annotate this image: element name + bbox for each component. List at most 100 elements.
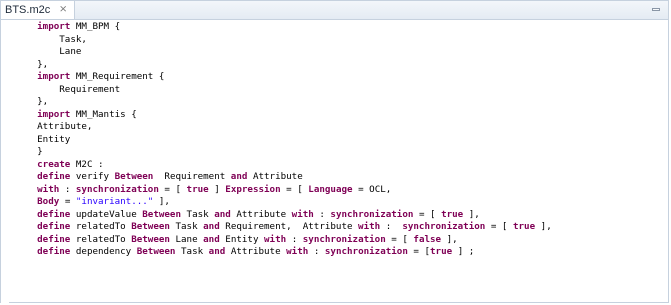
code-token: relatedTo: [70, 221, 132, 232]
code-token: Attribute: [247, 171, 303, 182]
editor-gutter: [1, 20, 9, 303]
code-keyword: and: [230, 171, 248, 182]
code-line: Requirement: [15, 84, 669, 97]
code-token: },: [37, 96, 49, 107]
code-line: create M2C :: [15, 159, 669, 172]
code-token: relatedTo: [70, 233, 132, 245]
code-keyword: import: [37, 71, 71, 82]
code-token: =: [59, 196, 76, 207]
close-icon[interactable]: ⨯: [59, 1, 67, 19]
code-line: },: [15, 59, 669, 72]
code-keyword: true: [441, 208, 464, 220]
code-keyword: Between: [114, 171, 154, 182]
code-line: define dependency Between Task and Attri…: [15, 246, 669, 259]
code-keyword: true: [512, 221, 536, 232]
code-token: Requirement, Attribute: [219, 221, 359, 232]
code-token: = [: [485, 221, 513, 232]
code-line: define verify Between Requirement and At…: [15, 171, 669, 184]
code-keyword: define: [37, 221, 71, 232]
code-keyword: synchronization: [75, 183, 159, 195]
code-token: Task: [181, 208, 215, 220]
code-token: ],: [463, 208, 480, 220]
code-token: MM_Requirement {: [70, 71, 165, 82]
code-keyword: define: [37, 246, 71, 257]
code-keyword: define: [37, 233, 71, 245]
code-line: Attribute,: [15, 121, 669, 134]
code-line: },: [15, 96, 669, 109]
code-token: },: [37, 58, 49, 70]
code-token: Entity: [37, 133, 71, 145]
code-token: Task: [175, 246, 209, 257]
code-line: Entity: [15, 134, 669, 147]
code-token: MM_Mantis {: [70, 108, 137, 120]
code-line: Task,: [15, 34, 669, 47]
code-token: ],: [441, 233, 458, 245]
code-line: define updateValue Between Task and Attr…: [15, 209, 669, 222]
code-token: Lane: [59, 46, 82, 57]
code-token: Task: [169, 221, 204, 232]
code-token: }: [37, 146, 43, 157]
code-keyword: synchronization: [330, 208, 414, 220]
tab-label: BTS.m2c: [5, 4, 51, 16]
code-token: = [: [280, 183, 309, 195]
code-token: dependency: [70, 246, 137, 257]
code-keyword: with: [264, 233, 287, 245]
code-token: verify: [70, 171, 115, 182]
code-keyword: synchronization: [402, 221, 486, 232]
code-line: import MM_BPM {: [15, 21, 669, 34]
code-line: with : synchronization = [ true ] Expres…: [15, 184, 669, 197]
code-token: :: [286, 233, 303, 245]
code-text-area[interactable]: import MM_BPM { Task, Lane }, import MM_…: [15, 21, 669, 303]
code-token: = OCL,: [352, 183, 392, 195]
code-token: Requirement: [153, 171, 231, 182]
editor-tab-bar: BTS.m2c ⨯: [1, 1, 668, 20]
code-token: Attribute,: [37, 121, 93, 132]
code-keyword: false: [413, 233, 442, 245]
code-token: updateValue: [70, 208, 143, 220]
code-token: Lane: [169, 233, 204, 245]
minimize-icon[interactable]: [652, 8, 660, 11]
code-keyword: define: [37, 208, 71, 220]
code-line: Lane: [15, 46, 669, 59]
code-keyword: import: [37, 108, 71, 120]
code-keyword: and: [208, 246, 226, 257]
code-line: Body = "invariant..." ],: [15, 196, 669, 209]
code-line: define relatedTo Between Task and Requir…: [15, 221, 669, 234]
code-keyword: true: [186, 183, 209, 195]
code-string: "invariant...": [75, 196, 154, 207]
code-keyword: Between: [131, 233, 170, 245]
code-line: import MM_Mantis {: [15, 109, 669, 122]
code-token: Entity: [219, 233, 265, 245]
code-keyword: synchronization: [302, 233, 386, 245]
code-keyword: synchronization: [324, 246, 408, 257]
code-token: ] ;: [452, 246, 475, 257]
code-keyword: with: [37, 183, 60, 195]
code-keyword: import: [37, 21, 71, 32]
code-token: :: [308, 246, 325, 257]
code-token: :: [59, 183, 76, 195]
code-keyword: define: [37, 171, 71, 182]
code-keyword: Expression: [225, 183, 281, 195]
editor-tab-bts-m2c[interactable]: BTS.m2c ⨯: [1, 1, 75, 19]
code-token: = [: [158, 183, 187, 195]
code-token: Attribute: [225, 246, 287, 257]
code-token: MM_BPM {: [70, 21, 121, 32]
code-keyword: Language: [308, 183, 353, 195]
code-keyword: with: [358, 221, 381, 232]
code-token: ]: [208, 183, 226, 195]
